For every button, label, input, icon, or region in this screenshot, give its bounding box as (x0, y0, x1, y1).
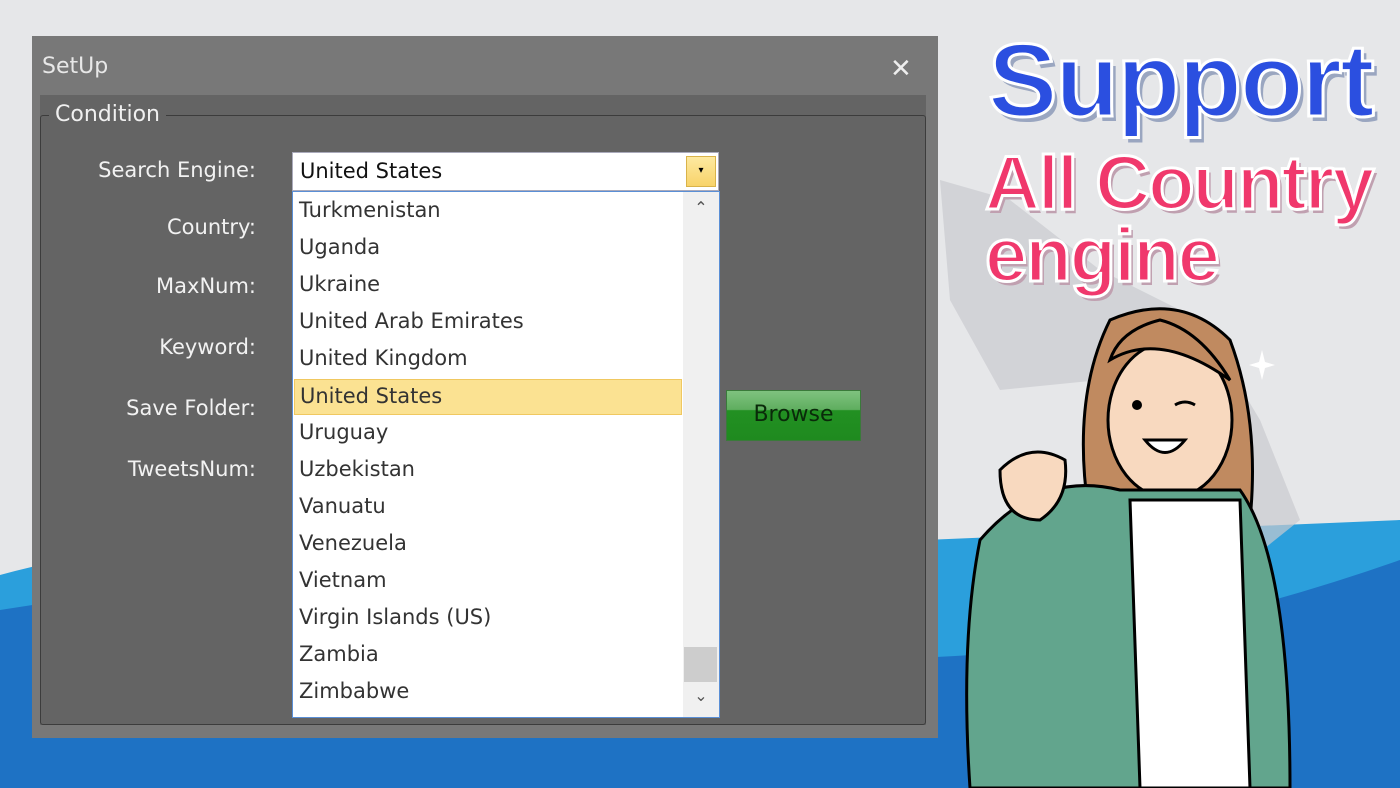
dropdown-item[interactable]: Turkmenistan (294, 194, 682, 230)
country-label: Country: (167, 215, 256, 239)
chevron-down-icon[interactable]: ▾ (686, 156, 716, 187)
dropdown-item[interactable]: United Kingdom (294, 342, 682, 378)
chevron-down-icon[interactable]: ⌄ (683, 686, 719, 705)
group-label: Condition (49, 102, 166, 127)
dropdown-item[interactable]: Venezuela (294, 527, 682, 563)
search-engine-combo[interactable]: United States ▾ (292, 152, 719, 191)
dropdown-item[interactable]: Uganda (294, 231, 682, 267)
maxnum-label: MaxNum: (156, 274, 256, 298)
scrollbar-thumb[interactable] (684, 647, 717, 682)
dropdown-item[interactable]: Zambia (294, 638, 682, 674)
dropdown-item[interactable]: Vanuatu (294, 490, 682, 526)
main-panel: Condition Search Engine: Country: MaxNum… (40, 95, 926, 725)
scrollbar[interactable]: ⌃ ⌄ (683, 192, 719, 717)
tweetsnum-label: TweetsNum: (127, 457, 256, 481)
promo-subtitle: All Country engine (984, 144, 1377, 295)
browse-button[interactable]: Browse (726, 390, 861, 441)
dropdown-item[interactable]: Vietnam (294, 564, 682, 600)
dropdown-item[interactable]: Ukraine (294, 268, 682, 304)
window-title: SetUp (42, 54, 109, 79)
country-dropdown-list: Turkmenistan Uganda Ukraine United Arab Emi… (292, 191, 720, 718)
chevron-up-icon[interactable]: ⌃ (683, 198, 719, 217)
dropdown-item[interactable]: Uruguay (294, 416, 682, 452)
promo-line-3: engine (984, 213, 1222, 298)
keyword-label: Keyword: (159, 335, 256, 359)
combo-value: United States (300, 159, 443, 183)
dropdown-item[interactable]: Virgin Islands (US) (294, 601, 682, 637)
dropdown-item[interactable]: Uzbekistan (294, 453, 682, 489)
dropdown-item[interactable]: United States (294, 379, 682, 415)
promo-title: Support (987, 22, 1377, 141)
dropdown-item[interactable]: Zimbabwe (294, 675, 682, 711)
setup-window: SetUp ✕ Condition Search Engine: Country… (32, 36, 938, 738)
dropdown-item[interactable]: United Arab Emirates (294, 305, 682, 341)
search-engine-label: Search Engine: (98, 158, 256, 182)
close-icon[interactable]: ✕ (890, 54, 912, 84)
save-folder-label: Save Folder: (126, 396, 256, 420)
